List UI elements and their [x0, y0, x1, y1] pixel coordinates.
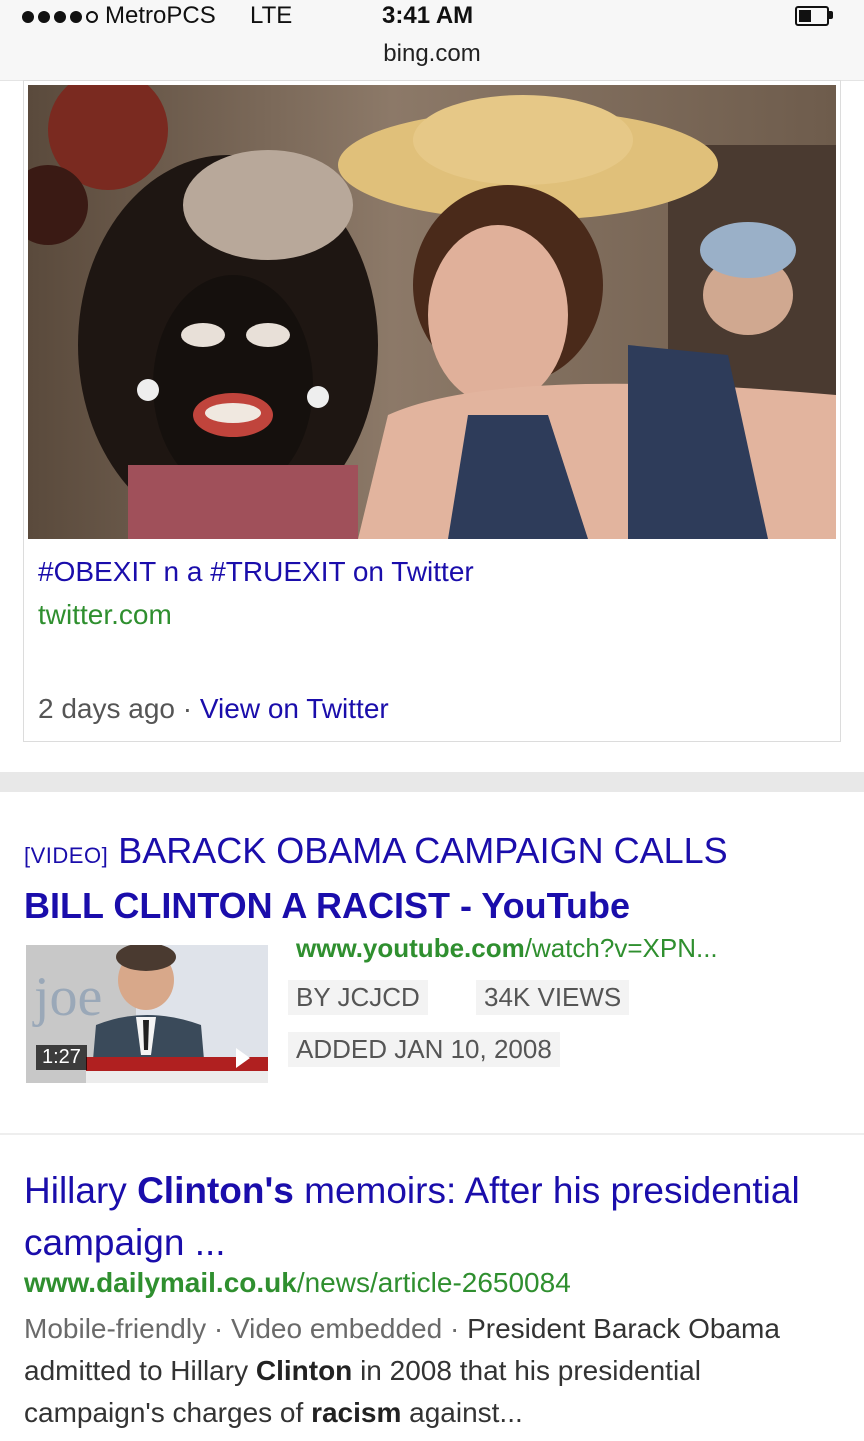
video-url-path: /watch?v=XPN...: [524, 933, 718, 963]
video-result-title[interactable]: [VIDEO] BARACK OBAMA CAMPAIGN CALLS BILL…: [24, 826, 844, 931]
dm-url-path: /news/article-2650084: [296, 1267, 571, 1298]
tweet-age: 2 days ago: [38, 693, 175, 724]
twitter-result-card[interactable]: #OBEXIT n a #TRUEXIT on Twitter twitter.…: [23, 80, 841, 742]
tweet-photo-image: [28, 85, 836, 539]
video-title-part2: BILL CLINTON A RACIST: [24, 885, 450, 926]
dm-title-a: Hillary: [24, 1170, 138, 1211]
dm-title-b: Clinton's: [137, 1170, 294, 1211]
svg-text:joe: joe: [32, 966, 102, 1028]
play-icon[interactable]: [236, 1048, 250, 1068]
network-type: LTE: [250, 2, 293, 29]
result-divider: [0, 1133, 864, 1135]
video-embedded-label: Video embedded: [230, 1313, 443, 1344]
battery-tip-icon: [829, 11, 833, 19]
video-url: www.youtube.com/watch?v=XPN...: [296, 933, 718, 964]
tweet-photo[interactable]: [28, 85, 836, 539]
address-bar[interactable]: bing.com: [0, 40, 864, 68]
browser-top-bar: MetroPCS LTE 3:41 AM bing.com: [0, 0, 864, 81]
video-added-date: ADDED JAN 10, 2008: [288, 1032, 560, 1067]
video-title-part3: - YouTube: [450, 885, 630, 926]
tweet-card-title[interactable]: #OBEXIT n a #TRUEXIT on Twitter: [38, 556, 474, 588]
snippet-text-3: against...: [401, 1397, 523, 1428]
dailymail-snippet: Mobile-friendly · Video embedded · Presi…: [24, 1308, 844, 1434]
section-separator: [0, 772, 864, 792]
clock: 3:41 AM: [382, 2, 474, 29]
meta-separator-2: ·: [442, 1313, 468, 1344]
signal-strength-icon: [22, 8, 98, 26]
snippet-bold-2: racism: [311, 1397, 402, 1428]
meta-separator: ·: [175, 693, 200, 724]
dailymail-url: www.dailymail.co.uk/news/article-2650084: [24, 1267, 571, 1299]
meta-separator-1: ·: [206, 1313, 231, 1344]
video-author: BY JCJCD: [288, 980, 428, 1015]
video-tag: [VIDEO]: [24, 843, 109, 868]
video-duration: 1:27: [36, 1045, 87, 1070]
video-thumbnail[interactable]: joe 1:27: [26, 945, 268, 1083]
battery-icon: [795, 6, 829, 26]
video-title-part1: BARACK OBAMA CAMPAIGN CALLS: [108, 830, 728, 871]
carrier-name: MetroPCS: [105, 2, 216, 29]
tweet-card-domain: twitter.com: [38, 599, 172, 630]
dm-url-domain: www.dailymail.co.uk: [24, 1267, 297, 1298]
snippet-bold-1: Clinton: [255, 1355, 353, 1386]
tweet-card-meta: 2 days ago · View on Twitter: [38, 693, 389, 725]
view-on-twitter-link[interactable]: View on Twitter: [200, 693, 389, 724]
video-views: 34K VIEWS: [476, 980, 630, 1015]
dailymail-result-title[interactable]: Hillary Clinton's memoirs: After his pre…: [24, 1165, 844, 1269]
mobile-friendly-label: Mobile-friendly: [24, 1313, 207, 1344]
video-url-domain: www.youtube.com: [296, 933, 525, 963]
